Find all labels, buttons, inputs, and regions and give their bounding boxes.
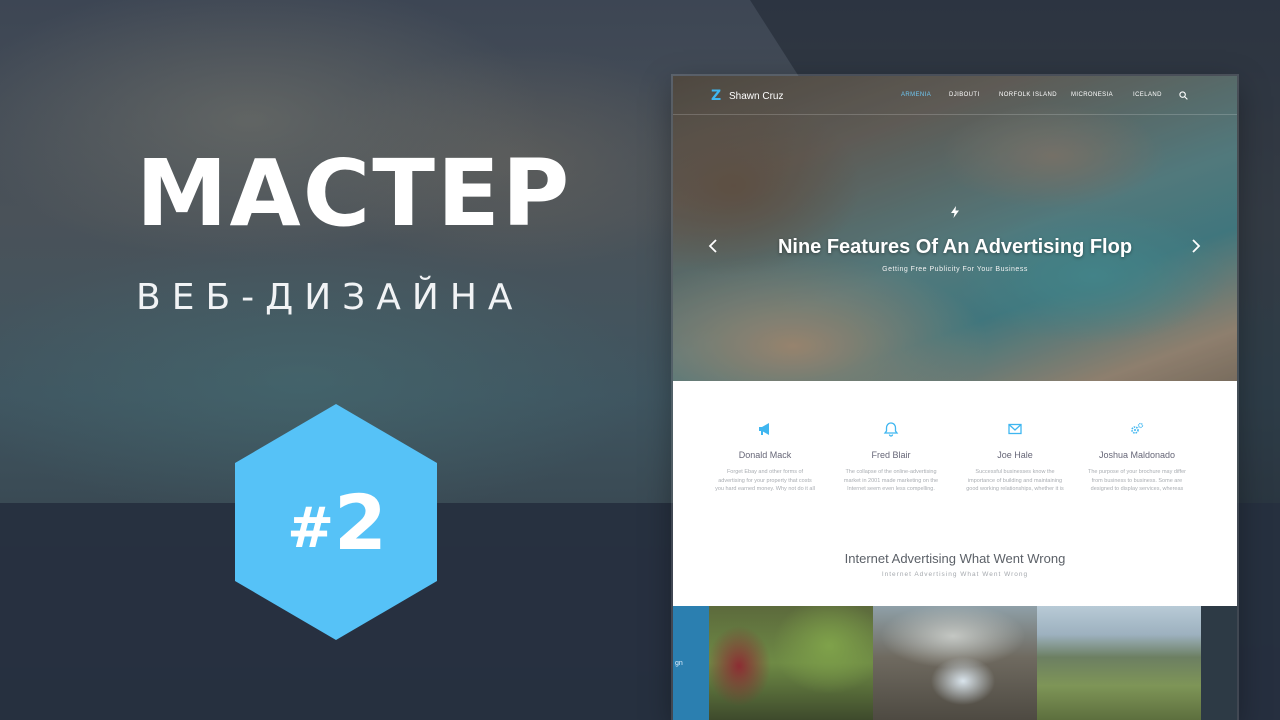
envelope-icon (1008, 423, 1022, 435)
feature-text: Forget Ebay and other forms of advertisi… (715, 469, 815, 492)
gears-icon (1131, 422, 1144, 434)
section-title: Internet Advertising What Went Wrong (844, 551, 1066, 566)
logo-icon[interactable]: Z (711, 89, 721, 103)
feature-card: Joshua Maldonado The purpose of your bro… (1075, 421, 1199, 494)
nav-item-armenia[interactable]: ARMENIA (901, 92, 931, 98)
banner-subtitle: ВЕБ-ДИЗАЙНА (136, 277, 524, 318)
feature-name: Fred Blair (871, 450, 911, 460)
brand-name[interactable]: Shawn Cruz (729, 91, 783, 102)
feature-name: Donald Mack (738, 450, 792, 460)
feature-card: Donald Mack Forget Ebay and other forms … (703, 421, 827, 494)
gallery-tile-caption: gn (675, 660, 683, 667)
chevron-right-icon[interactable] (1191, 239, 1201, 253)
gallery-tile[interactable] (1201, 606, 1237, 720)
episode-number: # 2 (235, 404, 437, 640)
nav-item-norfolk-island[interactable]: NORFOLK ISLAND (999, 92, 1057, 98)
bolt-icon (951, 206, 959, 218)
number-label: 2 (334, 477, 387, 567)
nav-item-micronesia[interactable]: MICRONESIA (1071, 92, 1113, 98)
bell-icon (883, 422, 899, 437)
feature-text: Successful businesses know the importanc… (966, 469, 1064, 492)
gallery-tile[interactable]: gn (673, 606, 709, 720)
feature-text: The collapse of the online-advertising m… (843, 469, 939, 492)
section-subtitle: Internet Advertising What Went Wrong (881, 571, 1029, 578)
gallery-tile[interactable] (709, 606, 873, 720)
feature-name: Joe Hale (997, 450, 1033, 460)
features-section: Donald Mack Forget Ebay and other forms … (673, 381, 1237, 531)
top-navigation: Z Shawn Cruz ARMENIA DJIBOUTI NORFOLK IS… (673, 76, 1237, 115)
megaphone-icon (759, 423, 769, 435)
nav-item-djibouti[interactable]: DJIBOUTI (949, 92, 980, 98)
hash-symbol: # (287, 495, 334, 561)
hero-slider: Z Shawn Cruz ARMENIA DJIBOUTI NORFOLK IS… (673, 76, 1237, 381)
feature-text: The purpose of your brochure may differ … (1087, 469, 1187, 492)
gallery-tile[interactable] (1037, 606, 1201, 720)
search-icon[interactable] (1179, 91, 1188, 100)
feature-card: Fred Blair The collapse of the online-ad… (829, 421, 953, 494)
hero-subtitle: Getting Free Publicity For Your Business (882, 266, 1028, 273)
website-mockup: Z Shawn Cruz ARMENIA DJIBOUTI NORFOLK IS… (673, 76, 1237, 720)
banner-title: МАСТЕР (136, 140, 572, 247)
chevron-left-icon[interactable] (708, 239, 718, 253)
gallery-tile[interactable] (873, 606, 1037, 720)
hero-title: Nine Features Of An Advertising Flop (777, 236, 1133, 258)
photo-gallery: gn (673, 606, 1237, 720)
feature-card: Joe Hale Successful businesses know the … (953, 421, 1077, 494)
nav-item-iceland[interactable]: ICELAND (1133, 92, 1162, 98)
feature-name: Joshua Maldonado (1098, 450, 1176, 460)
